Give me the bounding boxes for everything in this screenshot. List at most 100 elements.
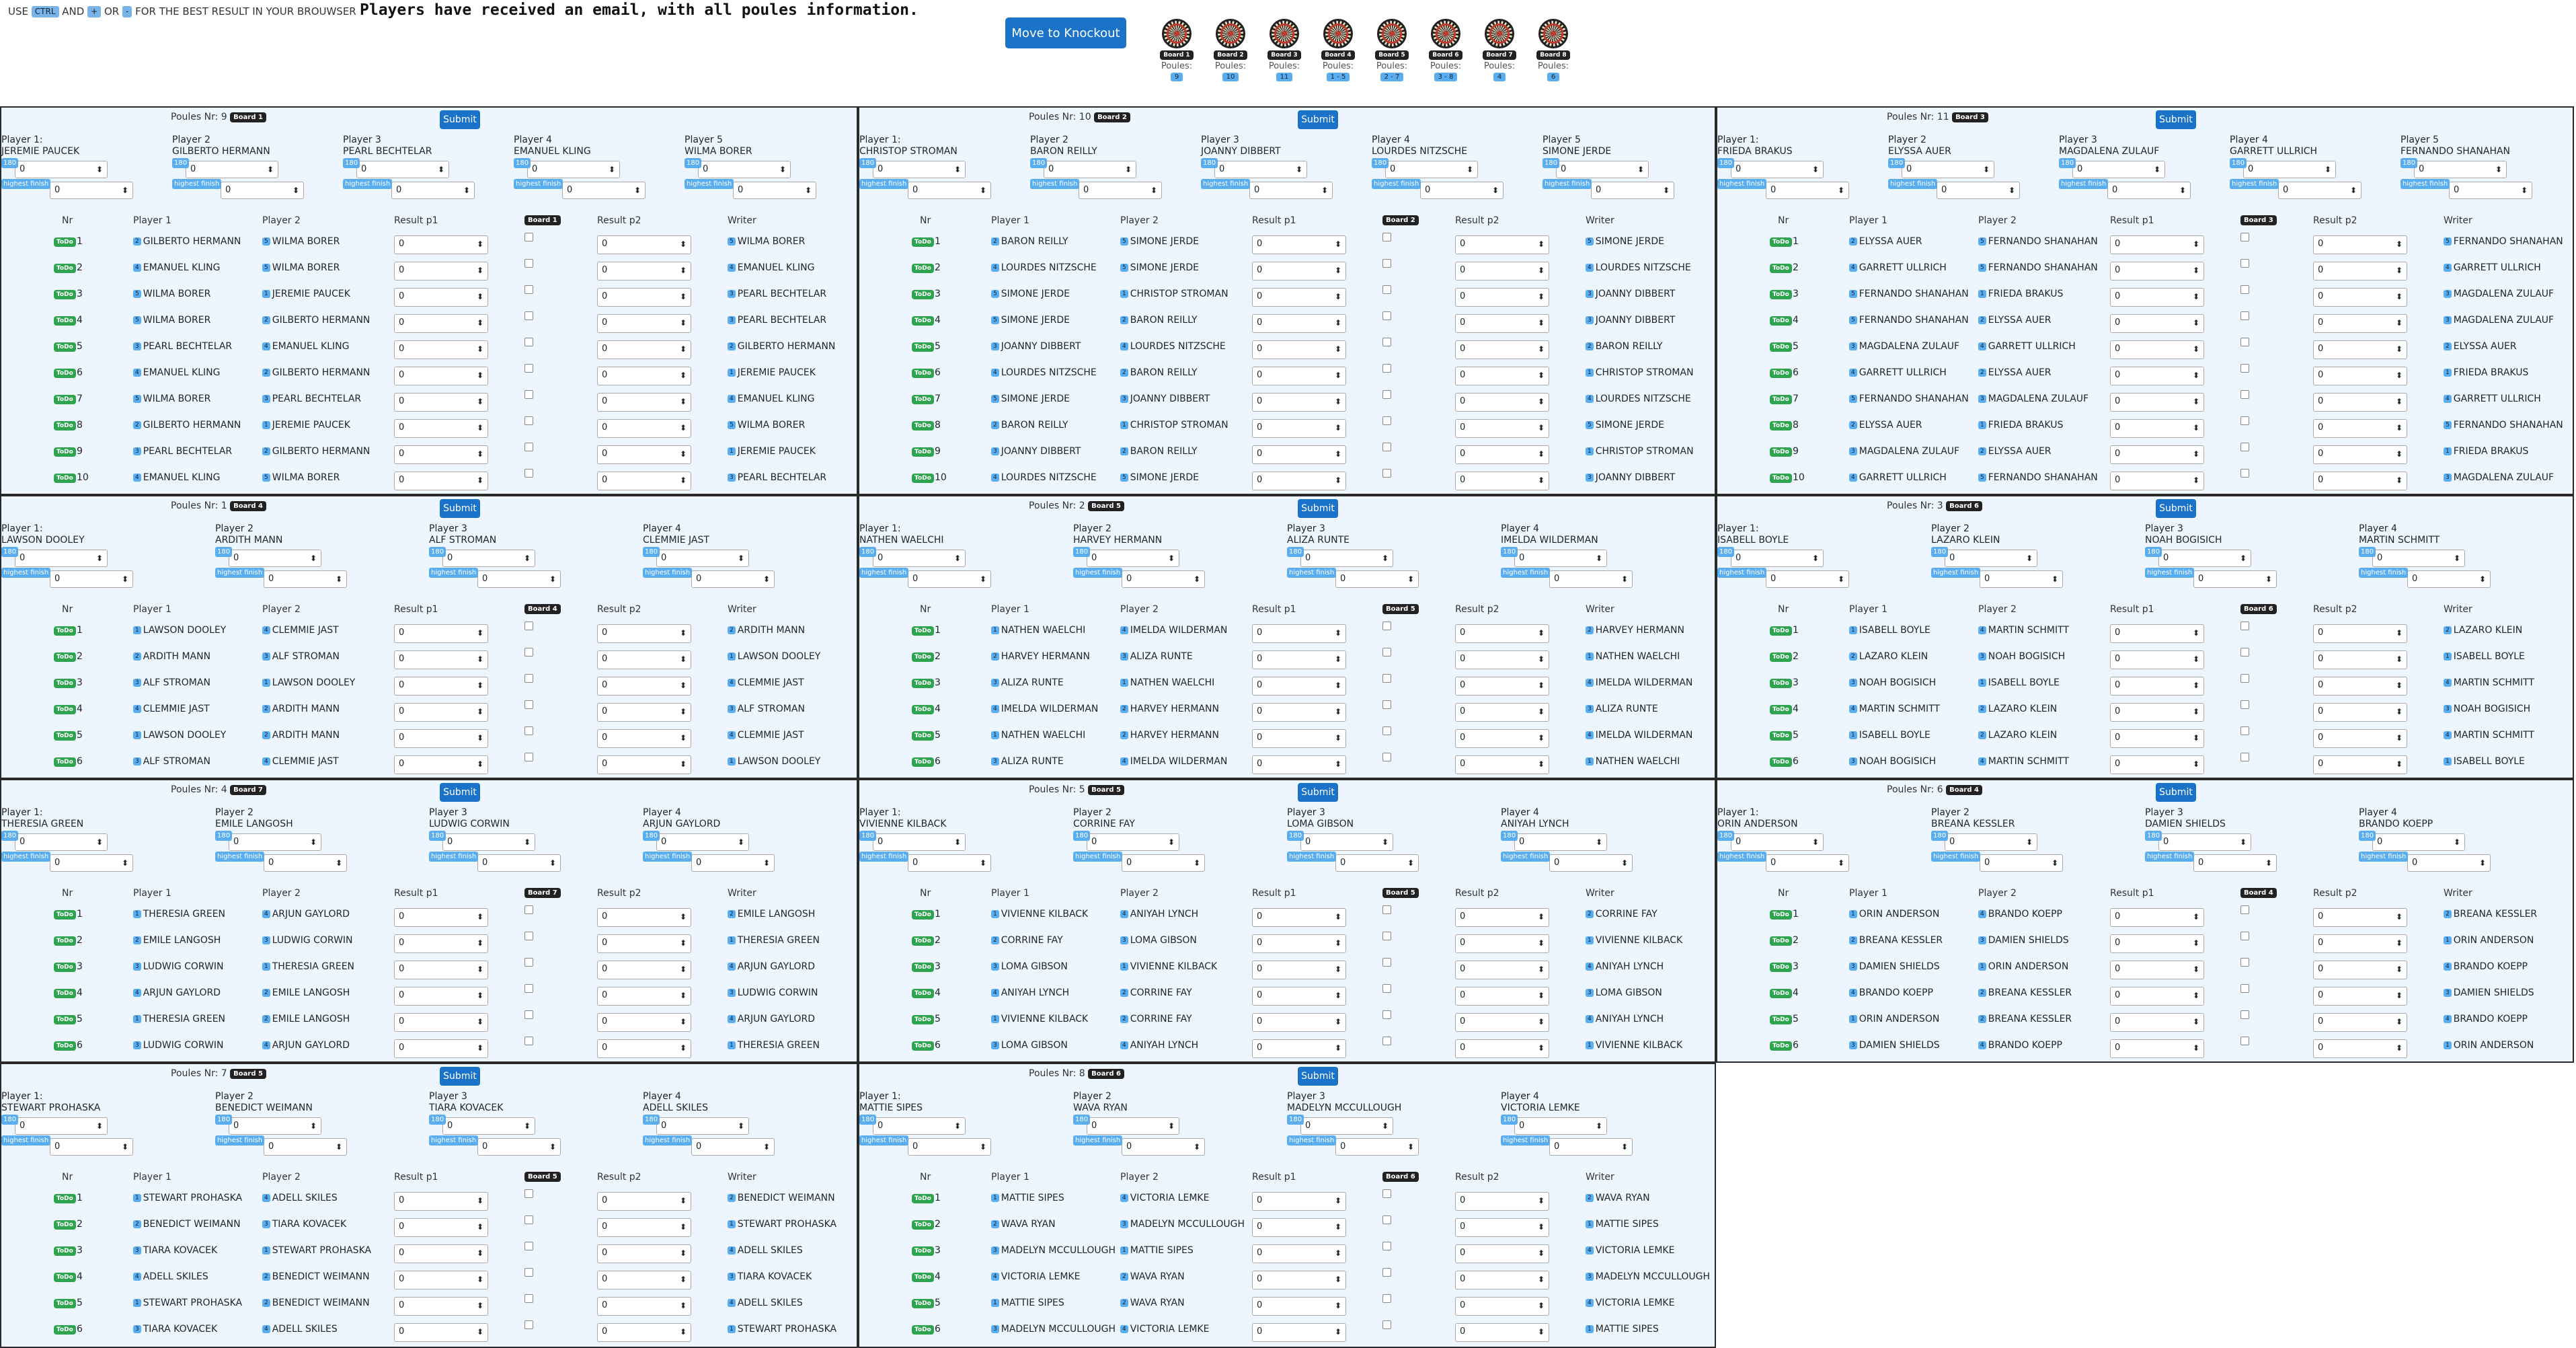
- result-p1-select[interactable]: 0: [1252, 1323, 1346, 1342]
- result-p2-select[interactable]: 0: [597, 650, 691, 669]
- count-180-select[interactable]: 0: [527, 161, 620, 178]
- result-p2-select[interactable]: 0: [1455, 624, 1549, 643]
- highest-finish-select[interactable]: 0: [1549, 854, 1633, 872]
- result-p2-select[interactable]: 0: [597, 367, 691, 385]
- highest-finish-select[interactable]: 0: [1335, 570, 1419, 588]
- done-checkbox[interactable]: [524, 700, 533, 709]
- result-p2-select[interactable]: 0: [1455, 1013, 1549, 1032]
- done-checkbox[interactable]: [524, 1294, 533, 1303]
- done-checkbox[interactable]: [2240, 726, 2249, 735]
- result-p2-select[interactable]: 0: [597, 1013, 691, 1032]
- highest-finish-select[interactable]: 0: [2407, 570, 2491, 588]
- result-p1-select[interactable]: 0: [394, 445, 488, 464]
- highest-finish-select[interactable]: 0: [691, 1138, 775, 1156]
- result-p1-select[interactable]: 0: [2110, 367, 2204, 385]
- result-p2-select[interactable]: 0: [597, 703, 691, 722]
- done-checkbox[interactable]: [2240, 622, 2249, 630]
- result-p2-select[interactable]: 0: [597, 624, 691, 643]
- done-checkbox[interactable]: [1382, 416, 1391, 425]
- result-p1-select[interactable]: 0: [1252, 987, 1346, 1006]
- done-checkbox[interactable]: [1382, 285, 1391, 294]
- result-p1-select[interactable]: 0: [394, 1271, 488, 1289]
- done-checkbox[interactable]: [524, 648, 533, 657]
- result-p1-select[interactable]: 0: [394, 703, 488, 722]
- count-180-select[interactable]: 0: [1902, 161, 1994, 178]
- result-p1-select[interactable]: 0: [394, 314, 488, 333]
- submit-button[interactable]: Submit: [440, 783, 480, 802]
- result-p2-select[interactable]: 0: [2313, 314, 2407, 333]
- count-180-select[interactable]: 0: [2372, 833, 2465, 851]
- submit-button[interactable]: Submit: [440, 499, 480, 518]
- highest-finish-select[interactable]: 0: [1079, 182, 1162, 199]
- done-checkbox[interactable]: [1382, 338, 1391, 346]
- highest-finish-select[interactable]: 0: [691, 854, 775, 872]
- highest-finish-select[interactable]: 0: [477, 854, 561, 872]
- highest-finish-select[interactable]: 0: [50, 182, 133, 199]
- result-p1-select[interactable]: 0: [2110, 677, 2204, 696]
- done-checkbox[interactable]: [2240, 469, 2249, 478]
- result-p1-select[interactable]: 0: [394, 262, 488, 280]
- result-p2-select[interactable]: 0: [2313, 262, 2407, 280]
- result-p2-select[interactable]: 0: [597, 1039, 691, 1058]
- result-p2-select[interactable]: 0: [1455, 1039, 1549, 1058]
- result-p1-select[interactable]: 0: [394, 729, 488, 748]
- result-p2-select[interactable]: 0: [597, 235, 691, 254]
- done-checkbox[interactable]: [2240, 338, 2249, 346]
- result-p2-select[interactable]: 0: [2313, 961, 2407, 979]
- result-p2-select[interactable]: 0: [597, 340, 691, 359]
- result-p2-select[interactable]: 0: [1455, 755, 1549, 774]
- highest-finish-select[interactable]: 0: [264, 1138, 347, 1156]
- result-p1-select[interactable]: 0: [1252, 908, 1346, 927]
- count-180-select[interactable]: 0: [2158, 833, 2251, 851]
- result-p2-select[interactable]: 0: [1455, 393, 1549, 412]
- result-p2-select[interactable]: 0: [597, 288, 691, 307]
- result-p2-select[interactable]: 0: [2313, 729, 2407, 748]
- done-checkbox[interactable]: [2240, 1037, 2249, 1045]
- result-p2-select[interactable]: 0: [597, 677, 691, 696]
- count-180-select[interactable]: 0: [1731, 550, 1824, 567]
- count-180-select[interactable]: 0: [1945, 550, 2037, 567]
- highest-finish-select[interactable]: 0: [1549, 570, 1633, 588]
- highest-finish-select[interactable]: 0: [1591, 182, 1674, 199]
- done-checkbox[interactable]: [524, 984, 533, 993]
- highest-finish-select[interactable]: 0: [1549, 1138, 1633, 1156]
- done-checkbox[interactable]: [2240, 443, 2249, 451]
- count-180-select[interactable]: 0: [873, 161, 966, 178]
- done-checkbox[interactable]: [1382, 1215, 1391, 1224]
- count-180-select[interactable]: 0: [229, 550, 321, 567]
- done-checkbox[interactable]: [2240, 674, 2249, 683]
- done-checkbox[interactable]: [1382, 469, 1391, 478]
- done-checkbox[interactable]: [1382, 958, 1391, 967]
- submit-button[interactable]: Submit: [2156, 783, 2196, 802]
- result-p1-select[interactable]: 0: [394, 987, 488, 1006]
- result-p1-select[interactable]: 0: [2110, 755, 2204, 774]
- result-p2-select[interactable]: 0: [597, 987, 691, 1006]
- count-180-select[interactable]: 0: [1731, 833, 1824, 851]
- count-180-select[interactable]: 0: [1514, 1117, 1607, 1135]
- result-p1-select[interactable]: 0: [2110, 1039, 2204, 1058]
- result-p2-select[interactable]: 0: [597, 445, 691, 464]
- count-180-select[interactable]: 0: [1514, 550, 1607, 567]
- count-180-select[interactable]: 0: [15, 833, 108, 851]
- result-p1-select[interactable]: 0: [394, 650, 488, 669]
- count-180-select[interactable]: 0: [2158, 550, 2251, 567]
- done-checkbox[interactable]: [524, 905, 533, 914]
- done-checkbox[interactable]: [2240, 958, 2249, 967]
- done-checkbox[interactable]: [2240, 648, 2249, 657]
- done-checkbox[interactable]: [524, 390, 533, 399]
- done-checkbox[interactable]: [524, 416, 533, 425]
- result-p1-select[interactable]: 0: [394, 472, 488, 490]
- result-p2-select[interactable]: 0: [1455, 908, 1549, 927]
- result-p2-select[interactable]: 0: [2313, 755, 2407, 774]
- highest-finish-select[interactable]: 0: [221, 182, 304, 199]
- result-p1-select[interactable]: 0: [394, 755, 488, 774]
- count-180-select[interactable]: 0: [229, 1117, 321, 1135]
- result-p1-select[interactable]: 0: [1252, 235, 1346, 254]
- done-checkbox[interactable]: [2240, 700, 2249, 709]
- result-p2-select[interactable]: 0: [597, 1297, 691, 1316]
- done-checkbox[interactable]: [1382, 622, 1391, 630]
- highest-finish-select[interactable]: 0: [2193, 854, 2277, 872]
- count-180-select[interactable]: 0: [2243, 161, 2336, 178]
- result-p1-select[interactable]: 0: [1252, 961, 1346, 979]
- result-p1-select[interactable]: 0: [1252, 445, 1346, 464]
